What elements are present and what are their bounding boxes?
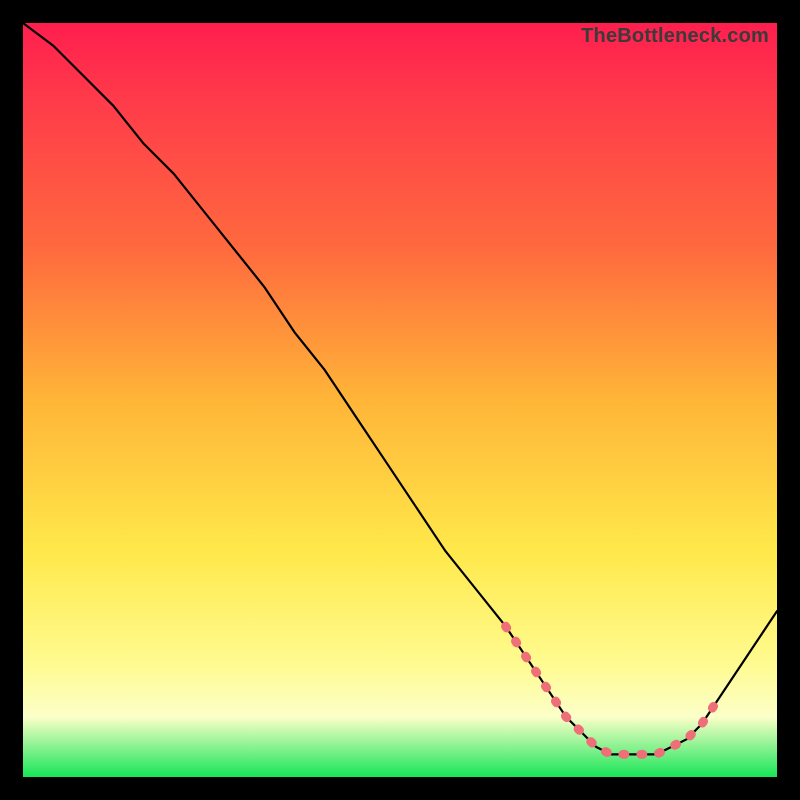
highlight-dash [506, 626, 717, 754]
chart-frame: TheBottleneck.com [17, 17, 783, 783]
gradient-plot-area: TheBottleneck.com [23, 23, 777, 777]
chart-svg [23, 23, 777, 777]
bottleneck-curve [23, 23, 777, 754]
